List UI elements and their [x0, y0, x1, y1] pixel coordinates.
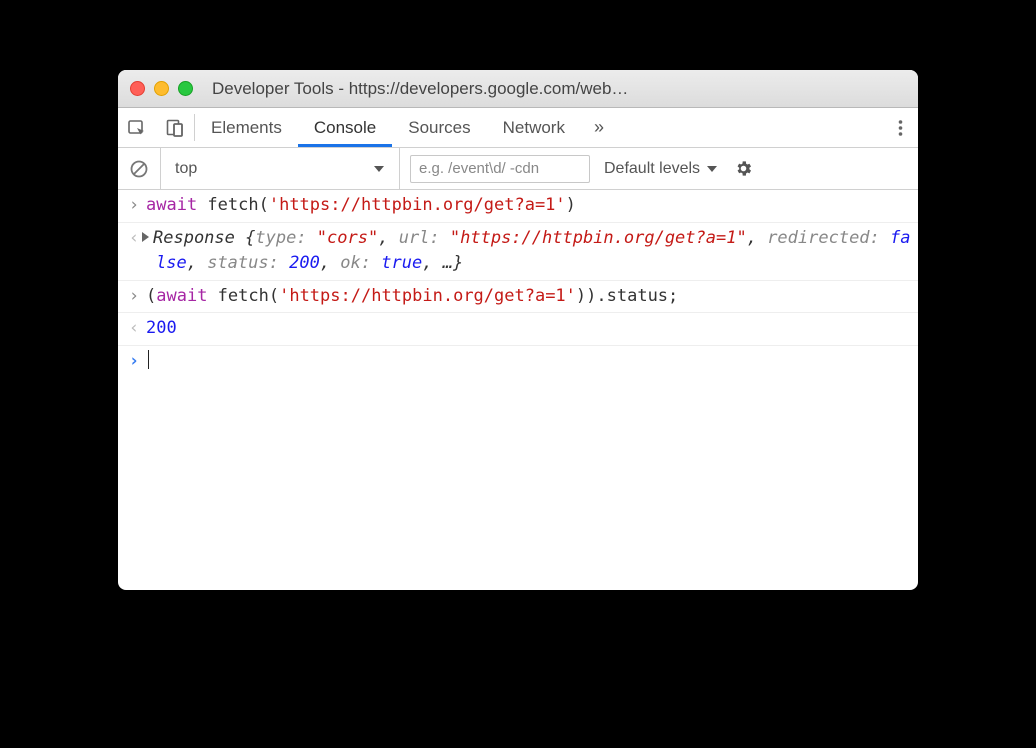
console-result-row: ‹ 200: [118, 313, 918, 346]
log-levels-selector[interactable]: Default levels: [604, 160, 718, 178]
text-cursor: [148, 350, 149, 369]
settings-menu-button[interactable]: [882, 108, 918, 147]
console-result[interactable]: Response {type: "cors", url: "https://ht…: [146, 226, 912, 277]
tab-elements[interactable]: Elements: [195, 108, 298, 147]
prompt-chevron-icon: ›: [122, 349, 146, 375]
expand-icon[interactable]: [142, 232, 149, 242]
dropdown-icon: [373, 165, 385, 173]
console-result-row: ‹ Response {type: "cors", url: "https://…: [118, 223, 918, 281]
console-code: await fetch('https://httpbin.org/get?a=1…: [146, 193, 912, 219]
clear-console-icon[interactable]: [128, 158, 150, 180]
tab-network[interactable]: Network: [487, 108, 581, 147]
inspect-element-icon[interactable]: [118, 108, 156, 147]
input-chevron-icon: ›: [122, 284, 146, 310]
close-window-button[interactable]: [130, 81, 145, 96]
console-input-row: › (await fetch('https://httpbin.org/get?…: [118, 281, 918, 314]
console-toolbar: top Default levels: [118, 148, 918, 190]
tabs-overflow-button[interactable]: »: [581, 108, 617, 147]
console-prompt-input[interactable]: [146, 349, 912, 375]
log-levels-label: Default levels: [604, 160, 700, 178]
console-output[interactable]: › await fetch('https://httpbin.org/get?a…: [118, 190, 918, 590]
tabbar: Elements Console Sources Network »: [118, 108, 918, 148]
console-prompt-row[interactable]: ›: [118, 346, 918, 378]
context-label: top: [175, 160, 197, 178]
devtools-window: Developer Tools - https://developers.goo…: [118, 70, 918, 590]
minimize-window-button[interactable]: [154, 81, 169, 96]
titlebar: Developer Tools - https://developers.goo…: [118, 70, 918, 108]
window-title: Developer Tools - https://developers.goo…: [212, 79, 906, 99]
result-chevron-icon: ‹: [122, 316, 146, 342]
input-chevron-icon: ›: [122, 193, 146, 219]
console-code: (await fetch('https://httpbin.org/get?a=…: [146, 284, 912, 310]
context-selector[interactable]: top: [160, 148, 400, 189]
console-input-row: › await fetch('https://httpbin.org/get?a…: [118, 190, 918, 223]
console-settings-icon[interactable]: [734, 159, 753, 178]
maximize-window-button[interactable]: [178, 81, 193, 96]
console-result: 200: [146, 316, 912, 342]
tab-sources[interactable]: Sources: [392, 108, 486, 147]
dropdown-icon: [706, 165, 718, 173]
filter-input[interactable]: [410, 155, 590, 183]
tab-console[interactable]: Console: [298, 108, 392, 147]
device-toolbar-icon[interactable]: [156, 108, 194, 147]
